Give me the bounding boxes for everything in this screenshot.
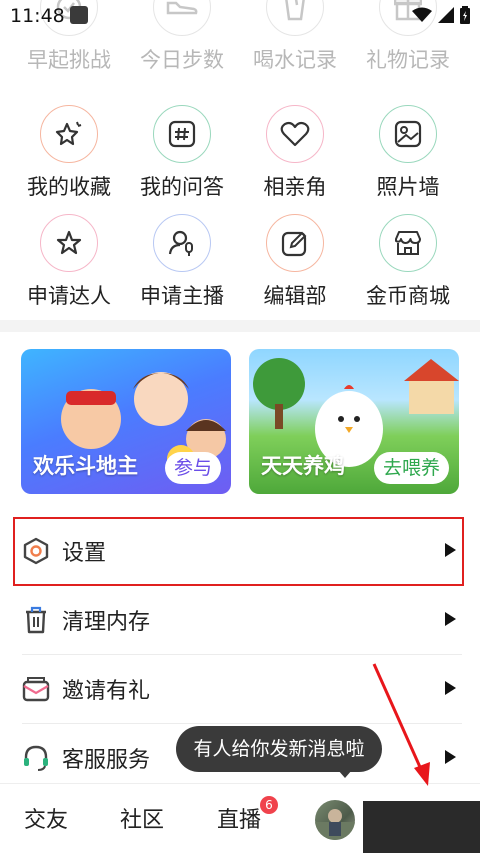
store-icon — [379, 214, 437, 272]
edit-icon — [266, 214, 324, 272]
arrow-right-icon — [445, 681, 456, 695]
arrow-right-icon — [445, 750, 456, 764]
hashtag-icon — [153, 105, 211, 163]
bottom-tab-bar: 交友 社区 直播 6 — [0, 783, 480, 853]
grid-item-editorial[interactable]: 编辑部 — [239, 214, 351, 310]
status-icons — [412, 6, 470, 24]
notification-icon — [70, 6, 88, 24]
annotation-arrow-icon — [372, 663, 430, 786]
toast-tail — [338, 770, 352, 778]
trash-icon — [22, 606, 50, 634]
star-icon — [40, 214, 98, 272]
microphone-user-icon — [153, 214, 211, 272]
tab-community[interactable]: 社区 — [120, 802, 164, 834]
grid-label: 申请达人 — [27, 284, 111, 308]
signal-icon — [438, 7, 454, 23]
grid-item-favorites[interactable]: 我的收藏 — [13, 105, 125, 201]
grid-label: 礼物记录 — [366, 48, 450, 72]
banner-title: 天天养鸡 — [261, 454, 345, 478]
menu-label: 邀请有礼 — [62, 679, 151, 704]
banner-title: 欢乐斗地主 — [33, 454, 138, 478]
grid-item-apply-host[interactable]: 申请主播 — [126, 214, 238, 310]
grid-label: 我的收藏 — [27, 175, 111, 199]
grid-item-qa[interactable]: 我的问答 — [126, 105, 238, 201]
tab-friends[interactable]: 交友 — [24, 802, 68, 834]
grid-item-apply-expert[interactable]: 申请达人 — [13, 214, 125, 310]
section-divider — [0, 320, 480, 332]
join-button[interactable]: 参与 — [164, 452, 221, 484]
grid-label: 编辑部 — [263, 284, 327, 308]
photo-icon — [379, 105, 437, 163]
arrow-right-icon — [445, 612, 456, 626]
new-message-toast[interactable]: 有人给你发新消息啦 — [176, 726, 382, 772]
menu-label: 客服服务 — [62, 748, 151, 773]
grid-label: 喝水记录 — [253, 48, 337, 72]
tab-live[interactable]: 直播 — [217, 802, 261, 834]
redacted-block — [363, 801, 480, 853]
feature-grid: 早起挑战 今日步数 喝水记录 礼物记录 我的收藏 我的问答 相亲角 照片墙 申请… — [0, 0, 480, 320]
grid-item-dating[interactable]: 相亲角 — [239, 105, 351, 201]
headset-icon — [22, 744, 50, 772]
grid-label: 相亲角 — [263, 175, 327, 199]
wifi-icon — [412, 7, 432, 22]
status-bar: 11:48 — [0, 0, 480, 30]
heart-icon — [266, 105, 324, 163]
grid-item-coin-mall[interactable]: 金币商城 — [352, 214, 464, 310]
battery-icon — [460, 6, 470, 24]
grid-label: 申请主播 — [140, 284, 224, 308]
grid-label: 今日步数 — [140, 48, 224, 72]
live-badge: 6 — [260, 796, 278, 814]
feed-button[interactable]: 去喂养 — [373, 452, 449, 484]
banner-chicken[interactable]: 天天养鸡 去喂养 — [249, 349, 459, 494]
banner-doudizhu[interactable]: 欢乐斗地主 参与 — [21, 349, 231, 494]
grid-item-photo-wall[interactable]: 照片墙 — [352, 105, 464, 201]
grid-label: 我的问答 — [140, 175, 224, 199]
status-time: 11:48 — [10, 5, 65, 27]
grid-label: 照片墙 — [376, 175, 440, 199]
grid-label: 金币商城 — [366, 284, 450, 308]
grid-label: 早起挑战 — [27, 48, 111, 72]
avatar[interactable] — [315, 800, 355, 840]
envelope-icon — [22, 675, 50, 703]
menu-label: 清理内存 — [62, 610, 151, 635]
star-sparkle-icon — [40, 105, 98, 163]
settings-highlight-box — [13, 517, 464, 586]
menu-item-clear-cache[interactable]: 清理内存 — [12, 586, 464, 654]
